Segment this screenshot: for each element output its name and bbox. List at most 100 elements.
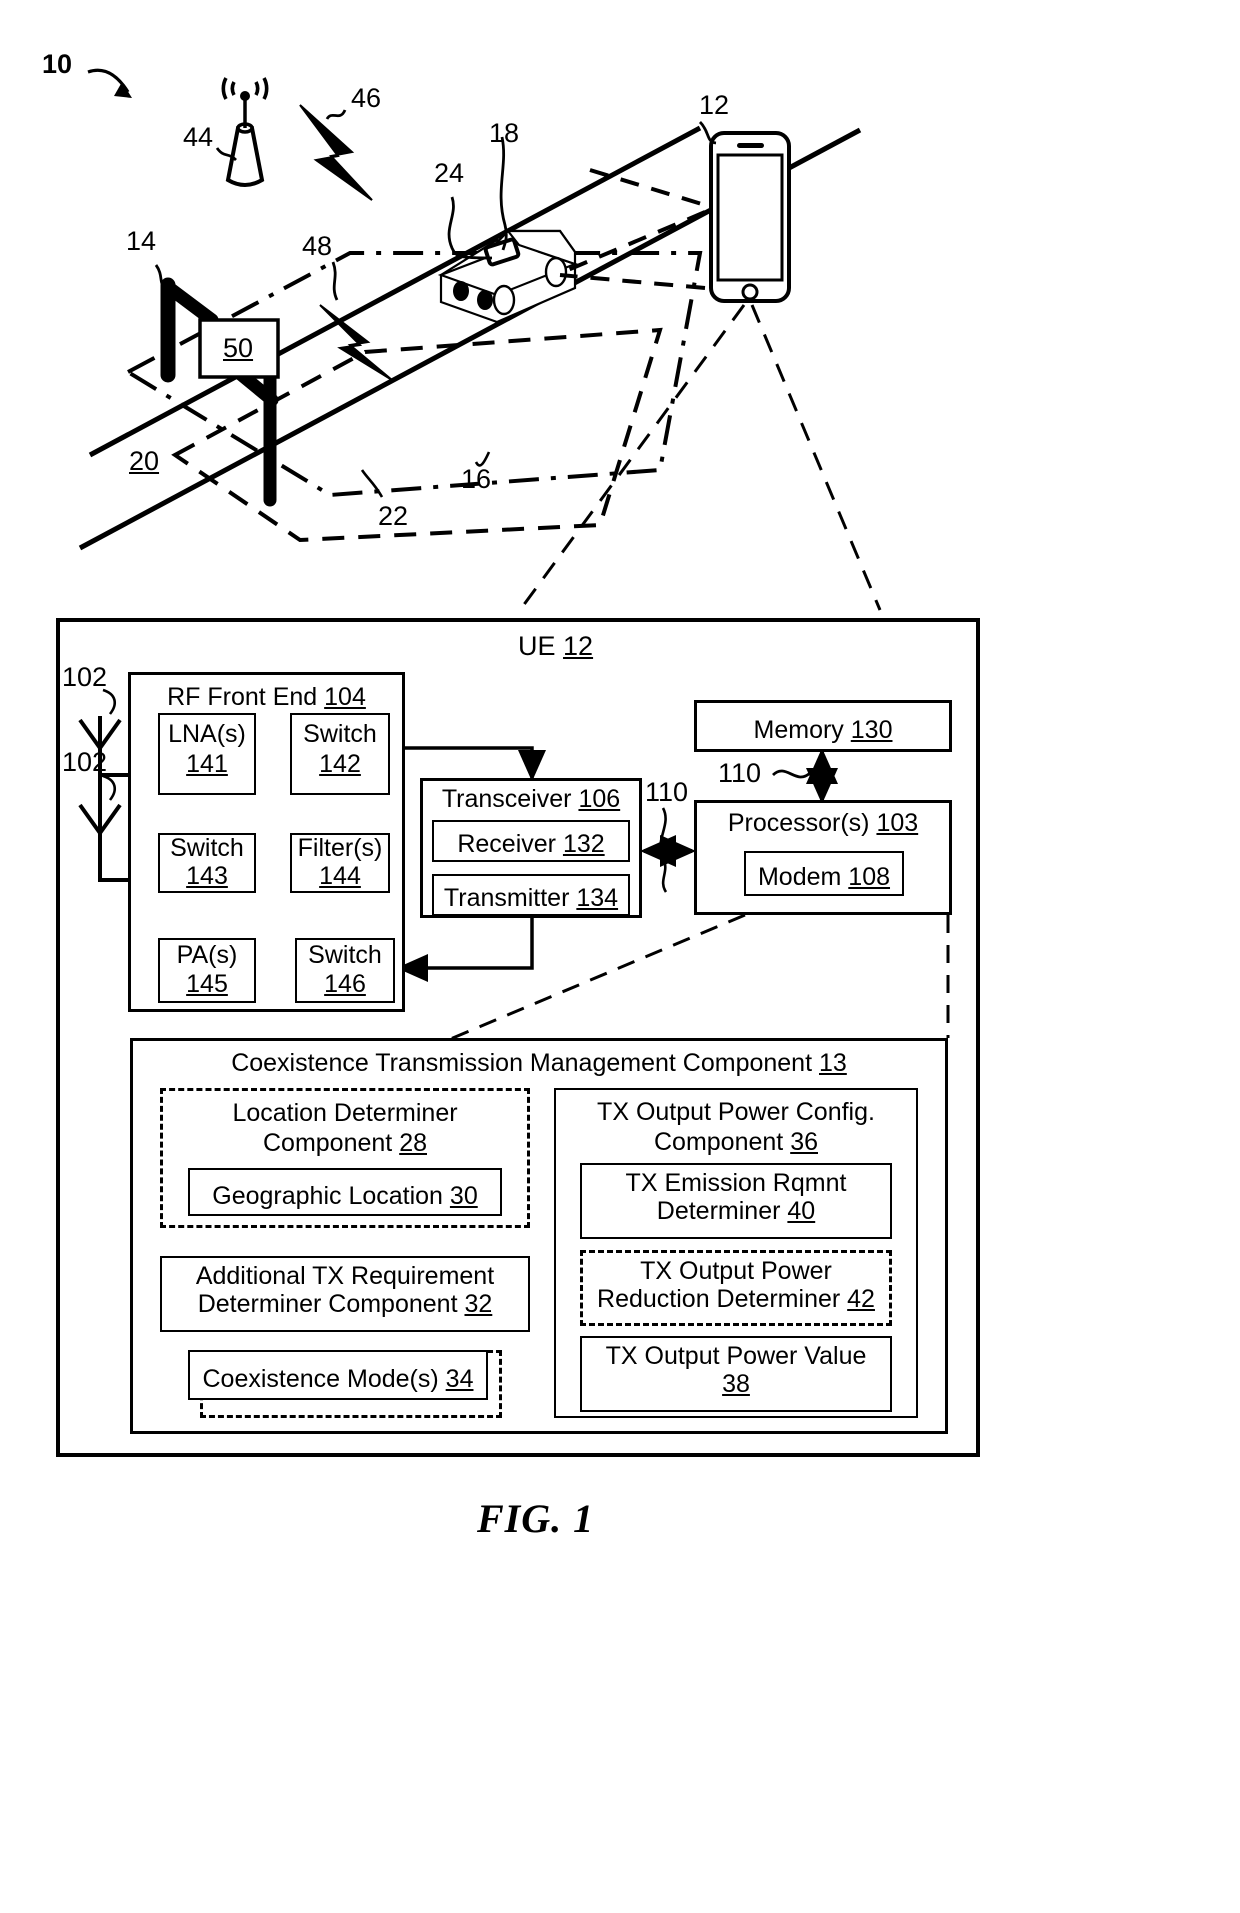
- coexistence-modes-label: Coexistence Mode(s) 34: [203, 1365, 474, 1393]
- pa-ref: 145: [186, 970, 228, 998]
- switch-142-label: Switch: [303, 720, 377, 748]
- ref-vehicle-device-24: 24: [434, 158, 465, 188]
- receiver-ref: 132: [562, 830, 605, 858]
- tx-emission-rqmnt-line2-text: Determiner: [656, 1197, 781, 1225]
- rf-front-end-title-text: RF Front End: [167, 683, 318, 711]
- memory-label-text: Memory: [753, 716, 844, 744]
- rf-front-end-ref: 104: [324, 683, 366, 711]
- ref-geofence-inner-22: 22: [378, 501, 409, 531]
- location-determiner-line1: Location Determiner: [232, 1099, 458, 1127]
- geographic-location-block: Geographic Location 30: [188, 1168, 502, 1216]
- processor-label-text: Processor(s): [727, 809, 870, 837]
- tx-output-power-config-line2-text: Component: [653, 1128, 784, 1156]
- coexistence-ref: 13: [819, 1049, 847, 1077]
- ref-geofence-outer-16: 16: [461, 464, 492, 494]
- modem-label: Modem 108: [758, 863, 890, 891]
- coexistence-modes-block: Coexistence Mode(s) 34: [188, 1350, 488, 1400]
- lna-block: LNA(s) 141: [158, 713, 256, 795]
- pa-block: PA(s) 145: [158, 938, 256, 1003]
- switch-143-ref: 143: [186, 862, 228, 890]
- tx-output-power-reduction-line2-text: Reduction Determiner: [597, 1285, 841, 1313]
- switch-143-label: Switch: [170, 834, 244, 862]
- ref-toll-gantry-14: 14: [126, 226, 157, 256]
- switch-142-ref: 142: [319, 750, 361, 778]
- rf-front-end-title: RF Front End 104: [167, 683, 366, 711]
- ref-signal-46: 46: [351, 83, 382, 113]
- ue-title-text: UE: [518, 631, 556, 661]
- tx-output-power-config-line2: Component 36: [654, 1128, 818, 1156]
- switch-142-block: Switch 142: [290, 713, 390, 795]
- ref-ue-12: 12: [699, 90, 730, 120]
- transceiver-ref: 106: [578, 785, 621, 813]
- location-determiner-ref: 28: [399, 1129, 427, 1157]
- location-determiner-line2: Component 28: [263, 1129, 427, 1157]
- ref-bus-110-right: 110: [718, 758, 762, 788]
- tx-output-power-value-block: TX Output Power Value 38: [580, 1336, 892, 1412]
- transmitter-label-text: Transmitter: [443, 884, 570, 912]
- additional-tx-line2-text: Determiner Component: [197, 1290, 458, 1318]
- tx-output-power-config-line1: TX Output Power Config.: [597, 1098, 875, 1126]
- modem-block: Modem 108: [744, 851, 904, 896]
- ue-block-title: UE 12: [518, 632, 593, 660]
- tx-emission-rqmnt-line2: Determiner 40: [657, 1197, 815, 1225]
- transmitter-ref: 134: [576, 884, 619, 912]
- modem-ref: 108: [848, 862, 891, 891]
- figure-caption: FIG. 1: [477, 1496, 595, 1541]
- geographic-location-label: Geographic Location 30: [212, 1182, 477, 1210]
- additional-tx-line2: Determiner Component 32: [198, 1290, 493, 1318]
- ref-bus-110-left: 110: [645, 777, 689, 807]
- switch-146-block: Switch 146: [295, 938, 395, 1003]
- memory-label: Memory 130: [754, 716, 893, 744]
- additional-tx-ref: 32: [464, 1290, 493, 1318]
- coexistence-modes-ref: 34: [445, 1364, 474, 1393]
- tx-output-power-reduction-block: TX Output Power Reduction Determiner 42: [580, 1250, 892, 1326]
- coexistence-title: Coexistence Transmission Management Comp…: [231, 1049, 847, 1077]
- filter-label: Filter(s): [297, 834, 383, 862]
- tx-output-power-reduction-ref: 42: [847, 1285, 875, 1313]
- ref-vehicle-18: 18: [489, 118, 520, 148]
- geographic-location-ref: 30: [449, 1181, 478, 1210]
- location-determiner-line2-text: Component: [262, 1129, 393, 1157]
- tx-output-power-value-ref: 38: [722, 1370, 750, 1398]
- pa-label: PA(s): [176, 941, 238, 969]
- ref-system-10: 10: [42, 49, 73, 79]
- memory-block: Memory 130: [694, 700, 952, 752]
- additional-tx-requirement-block: Additional TX Requirement Determiner Com…: [160, 1256, 530, 1332]
- transceiver-title: Transceiver 106: [442, 785, 620, 813]
- tx-output-power-reduction-line2: Reduction Determiner 42: [597, 1285, 875, 1313]
- ref-road-20: 20: [129, 446, 160, 476]
- ref-antenna-102-a: 102: [62, 662, 108, 692]
- tx-output-power-reduction-line1: TX Output Power: [640, 1257, 832, 1285]
- receiver-block: Receiver 132: [432, 820, 630, 862]
- modem-label-text: Modem: [757, 862, 842, 891]
- tx-output-power-config-ref: 36: [790, 1128, 818, 1156]
- tx-emission-rqmnt-block: TX Emission Rqmnt Determiner 40: [580, 1163, 892, 1239]
- coexistence-modes-text: Coexistence Mode(s): [202, 1364, 439, 1393]
- lna-label: LNA(s): [168, 720, 246, 748]
- tx-emission-rqmnt-line1: TX Emission Rqmnt: [625, 1169, 847, 1197]
- ref-toll-signal-48: 48: [302, 231, 333, 261]
- additional-tx-line1: Additional TX Requirement: [195, 1262, 495, 1290]
- transmitter-block: Transmitter 134: [432, 874, 630, 916]
- coexistence-title-text: Coexistence Transmission Management Comp…: [231, 1049, 813, 1077]
- ref-antenna-102-b: 102: [62, 747, 108, 777]
- toll-transceiver-label-50: 50: [223, 333, 254, 363]
- patent-figure-page: 10 44 46 12 18 24 14 48 20 16 22 50 UE 1…: [0, 0, 1240, 1913]
- ref-base-station-44: 44: [183, 122, 214, 152]
- tx-emission-rqmnt-ref: 40: [787, 1197, 816, 1225]
- receiver-label-text: Receiver: [457, 830, 556, 858]
- filter-ref: 144: [319, 862, 361, 890]
- switch-146-label: Switch: [308, 941, 382, 969]
- geographic-location-text: Geographic Location: [212, 1181, 443, 1210]
- switch-146-ref: 146: [324, 970, 366, 998]
- processor-ref: 103: [876, 809, 919, 837]
- switch-143-block: Switch 143: [158, 833, 256, 893]
- ue-title-ref: 12: [563, 631, 594, 661]
- processor-label: Processor(s) 103: [728, 809, 918, 837]
- tx-output-power-value-line1: TX Output Power Value: [605, 1342, 867, 1370]
- memory-ref: 130: [850, 716, 893, 744]
- transceiver-title-text: Transceiver: [441, 785, 572, 813]
- lna-ref: 141: [186, 750, 228, 778]
- filter-block: Filter(s) 144: [290, 833, 390, 893]
- receiver-label: Receiver 132: [457, 830, 604, 858]
